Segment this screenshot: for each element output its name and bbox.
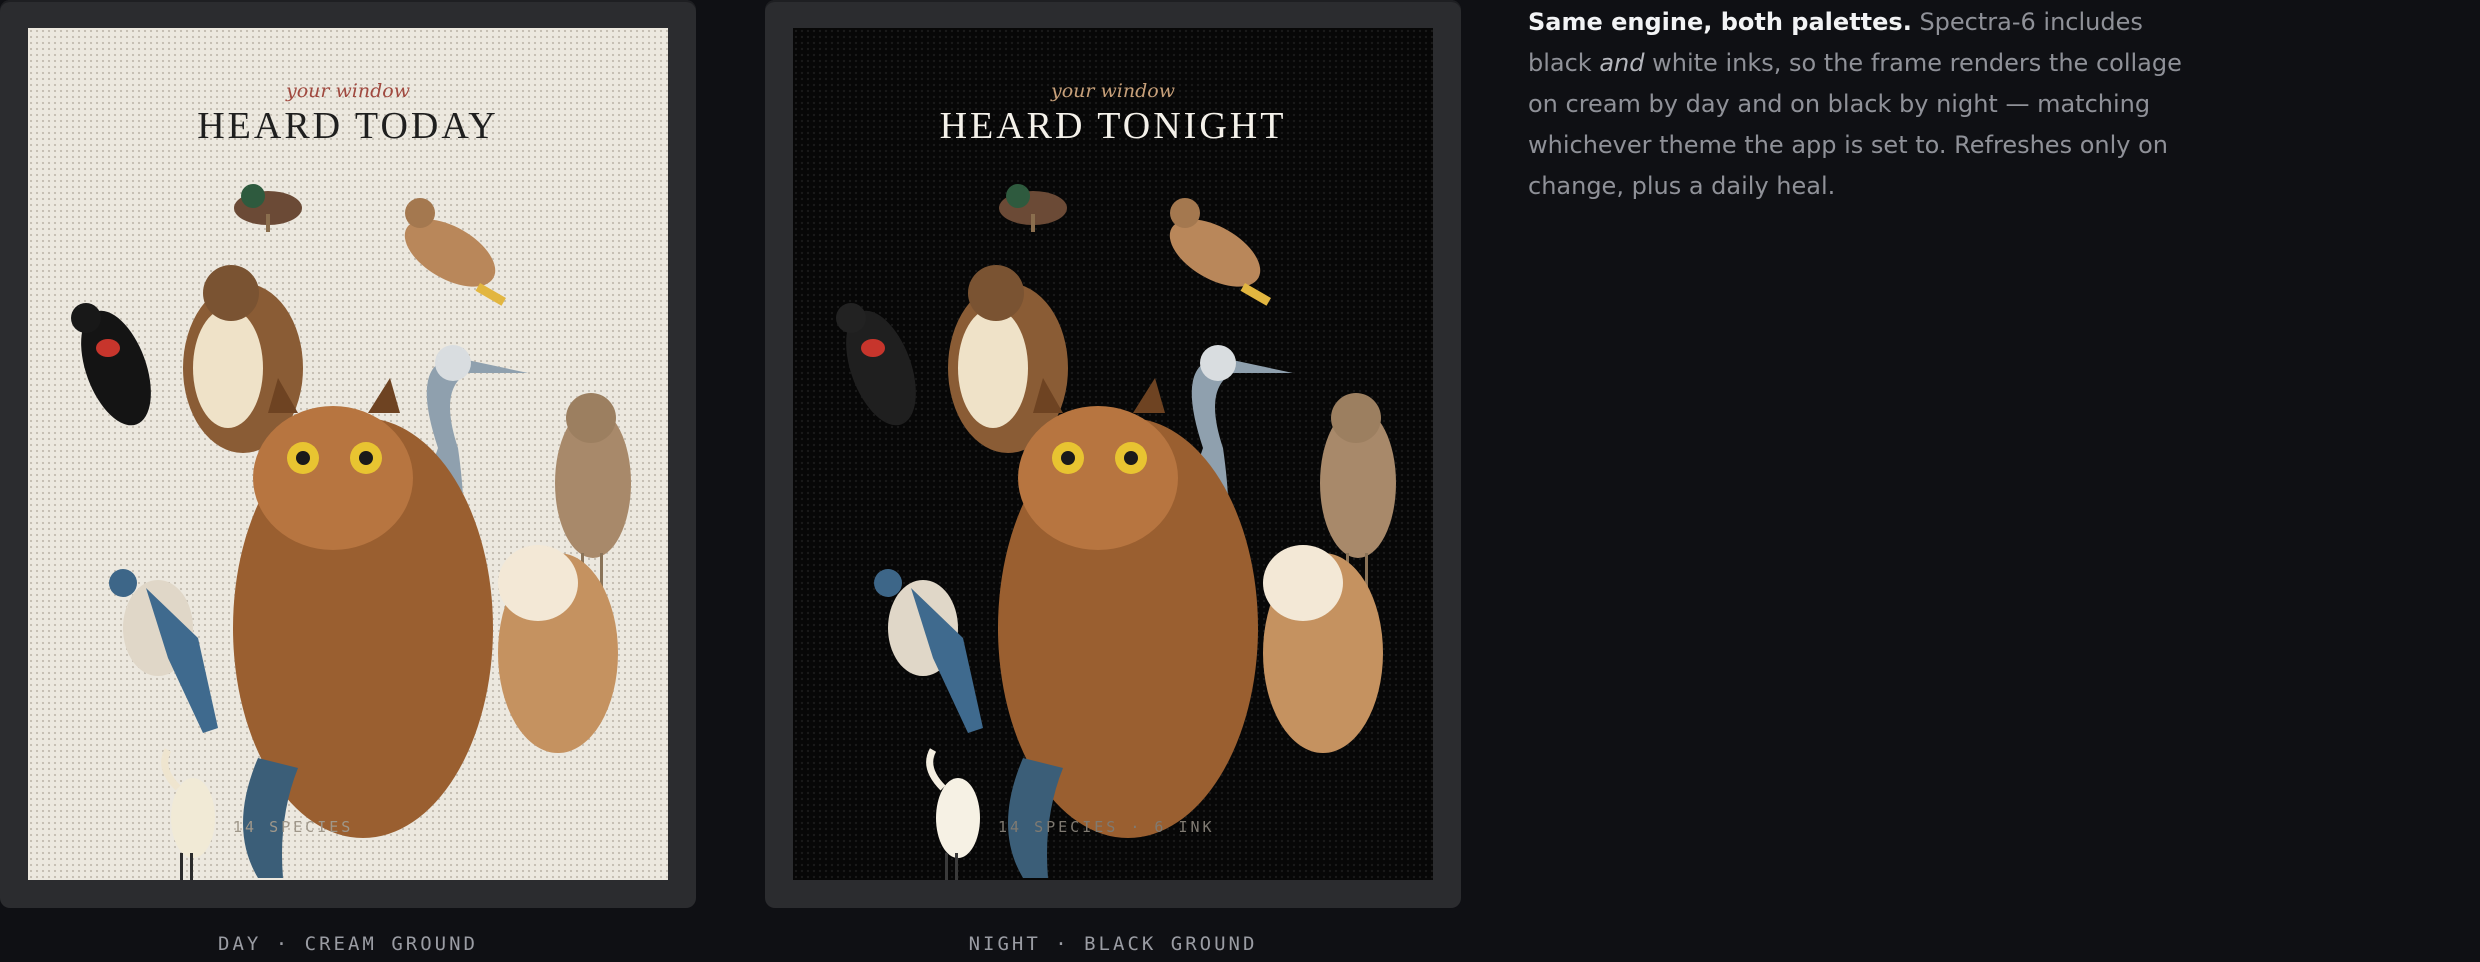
night-collage-panel: your window HEARD TONIGHT 14 SPECIES · 6…: [793, 28, 1433, 880]
wood-duck-illustration: [999, 184, 1067, 232]
wood-duck-illustration: [234, 184, 302, 232]
palette-description: Same engine, both palettes. Spectra-6 in…: [1528, 2, 2208, 207]
egret-illustration: [926, 748, 980, 880]
description-emphasis: and: [1599, 49, 1645, 77]
description-lead: Same engine, both palettes.: [1528, 8, 1912, 36]
egret-illustration: [161, 748, 215, 880]
day-species-count: 14 SPECIES: [233, 818, 354, 836]
red-winged-blackbird-illustration: [836, 303, 916, 426]
night-caption: NIGHT · BLACK GROUND: [968, 933, 1258, 955]
cedar-waxwing-illustration: [404, 198, 506, 306]
night-species-count: 14 SPECIES · 6 INK: [998, 818, 1215, 836]
night-frame: your window HEARD TONIGHT 14 SPECIES · 6…: [765, 0, 1461, 908]
blue-jay-illustration: [109, 569, 218, 733]
blue-jay-illustration: [874, 569, 983, 733]
day-frame: your window HEARD TODAY 14 SPECIES: [0, 0, 696, 908]
day-bird-collage: [71, 184, 631, 880]
red-winged-blackbird-illustration: [71, 303, 151, 426]
day-collage-panel: your window HEARD TODAY 14 SPECIES: [28, 28, 668, 880]
night-bird-collage: [836, 184, 1396, 880]
day-caption: DAY · CREAM GROUND: [218, 933, 478, 955]
cedar-waxwing-illustration: [1169, 198, 1271, 306]
